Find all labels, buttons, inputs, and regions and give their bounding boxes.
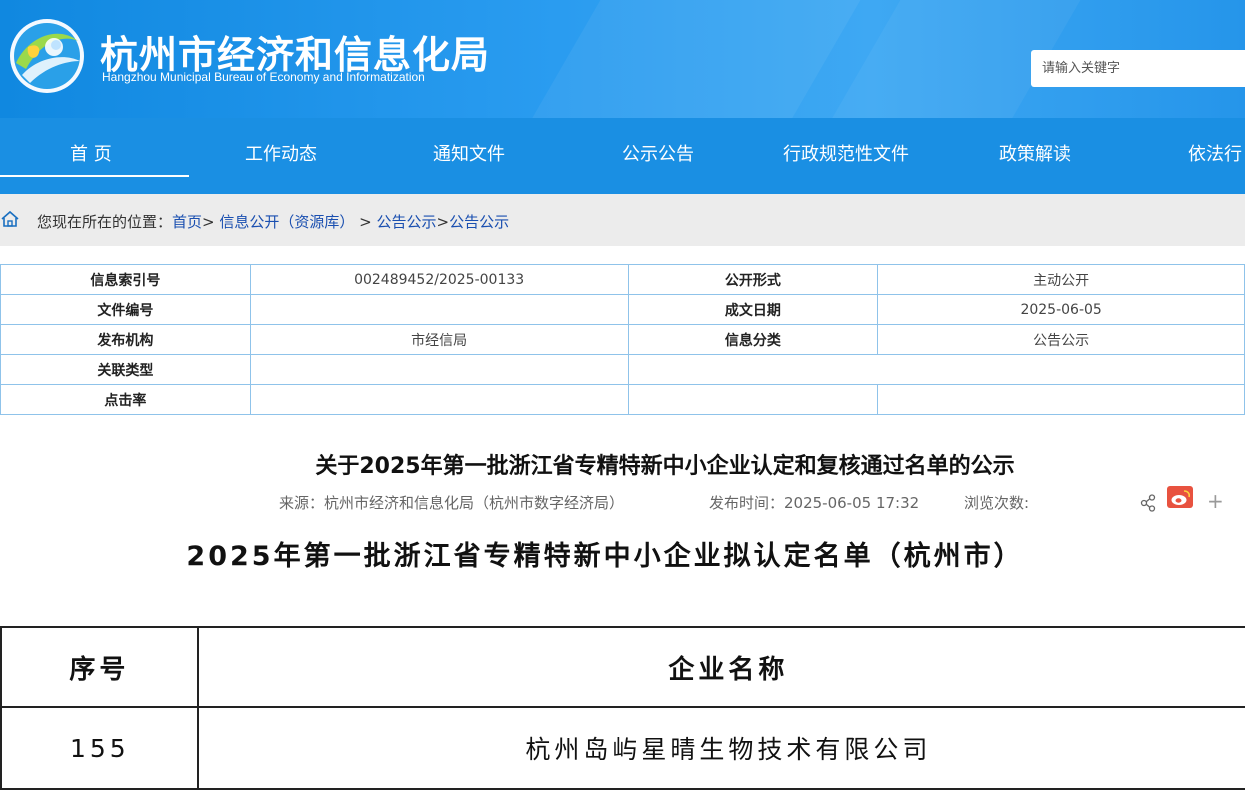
breadcrumb-separator: > — [436, 213, 450, 231]
weibo-icon[interactable] — [1167, 486, 1193, 508]
article-publish-time: 发布时间：2025-06-05 17:32 — [709, 494, 920, 512]
meta-value — [627, 354, 1245, 385]
breadcrumb: 您现在所在的位置：首页> 信息公开（资源库） > 公告公示>公告公示 — [0, 194, 1245, 246]
breadcrumb-current-link[interactable]: 公告公示 — [449, 213, 509, 231]
article-title: 关于2025年第一批浙江省专精特新中小企业认定和复核通过名单的公示 — [315, 454, 1015, 479]
column-header-name: 企业名称 — [196, 626, 1245, 708]
meta-value — [249, 384, 629, 415]
meta-value — [877, 384, 1245, 415]
nav-item-notices[interactable]: 通知文件 — [433, 140, 505, 166]
meta-value — [627, 384, 879, 415]
search-input[interactable] — [1031, 50, 1245, 87]
meta-value: 公告公示 — [877, 324, 1245, 355]
nav-item-home[interactable]: 首 页 — [70, 140, 112, 166]
table-row: 点击率 — [0, 384, 1245, 415]
row-number: 155 — [0, 706, 199, 790]
table-row: 关联类型 — [0, 354, 1245, 385]
article-view-count: 浏览次数: — [964, 494, 1030, 512]
breadcrumb-announcement-link[interactable]: 公告公示 — [377, 213, 437, 231]
breadcrumb-trail: 您现在所在的位置：首页> 信息公开（资源库） > 公告公示>公告公示 — [37, 211, 509, 232]
meta-label: 发布机构 — [0, 324, 251, 355]
share-icon[interactable] — [1140, 494, 1156, 512]
info-meta-table: 信息索引号 002489452/2025-00133 公开形式 主动公开 文件编… — [0, 264, 1245, 415]
nav-item-policy-interpretation[interactable]: 政策解读 — [999, 140, 1071, 166]
breadcrumb-home-link[interactable]: 首页 — [172, 213, 202, 231]
table-row: 155 杭州岛屿星晴生物技术有限公司 — [0, 706, 1245, 790]
meta-label: 成文日期 — [627, 294, 879, 325]
more-share-icon[interactable]: + — [1207, 491, 1224, 511]
meta-label: 文件编号 — [0, 294, 251, 325]
meta-value: 002489452/2025-00133 — [249, 264, 629, 295]
meta-value — [249, 294, 629, 325]
table-row: 文件编号 成文日期 2025-06-05 — [0, 294, 1245, 325]
meta-value: 2025-06-05 — [877, 294, 1245, 325]
meta-label: 关联类型 — [0, 354, 251, 385]
meta-label: 信息索引号 — [0, 264, 251, 295]
article-source: 来源：杭州市经济和信息化局（杭州市数字经济局） — [279, 494, 625, 512]
document-heading: 2025年第一批浙江省专精特新中小企业拟认定名单（杭州市） — [186, 541, 1024, 572]
nav-active-indicator — [0, 175, 189, 177]
site-subtitle: Hangzhou Municipal Bureau of Economy and… — [102, 70, 425, 84]
breadcrumb-separator: > — [202, 213, 215, 231]
breadcrumb-info-disclosure-link[interactable]: 信息公开（资源库） — [219, 213, 354, 231]
nav-item-work-news[interactable]: 工作动态 — [245, 140, 317, 166]
column-header-no: 序号 — [0, 626, 199, 708]
bureau-logo-icon[interactable] — [8, 17, 86, 95]
meta-value — [249, 354, 629, 385]
table-row: 信息索引号 002489452/2025-00133 公开形式 主动公开 — [0, 264, 1245, 295]
meta-value: 主动公开 — [877, 264, 1245, 295]
nav-item-law[interactable]: 依法行 — [1188, 140, 1242, 166]
enterprise-list-table: 序号 企业名称 155 杭州岛屿星晴生物技术有限公司 — [0, 626, 1245, 790]
main-nav: 首 页 工作动态 通知文件 公示公告 行政规范性文件 政策解读 依法行 — [0, 118, 1245, 194]
meta-label: 点击率 — [0, 384, 251, 415]
meta-label: 信息分类 — [627, 324, 879, 355]
enterprise-name: 杭州岛屿星晴生物技术有限公司 — [196, 706, 1245, 790]
site-header: 杭州市经济和信息化局 Hangzhou Municipal Bureau of … — [0, 0, 1245, 194]
breadcrumb-separator: > — [354, 213, 377, 231]
breadcrumb-prefix: 您现在所在的位置： — [37, 213, 173, 231]
table-row: 发布机构 市经信局 信息分类 公告公示 — [0, 324, 1245, 355]
table-header-row: 序号 企业名称 — [0, 626, 1245, 708]
meta-value: 市经信局 — [249, 324, 629, 355]
home-icon[interactable] — [0, 209, 20, 229]
meta-label: 公开形式 — [627, 264, 879, 295]
nav-item-announcements[interactable]: 公示公告 — [622, 140, 694, 166]
nav-item-regulations[interactable]: 行政规范性文件 — [783, 140, 909, 166]
